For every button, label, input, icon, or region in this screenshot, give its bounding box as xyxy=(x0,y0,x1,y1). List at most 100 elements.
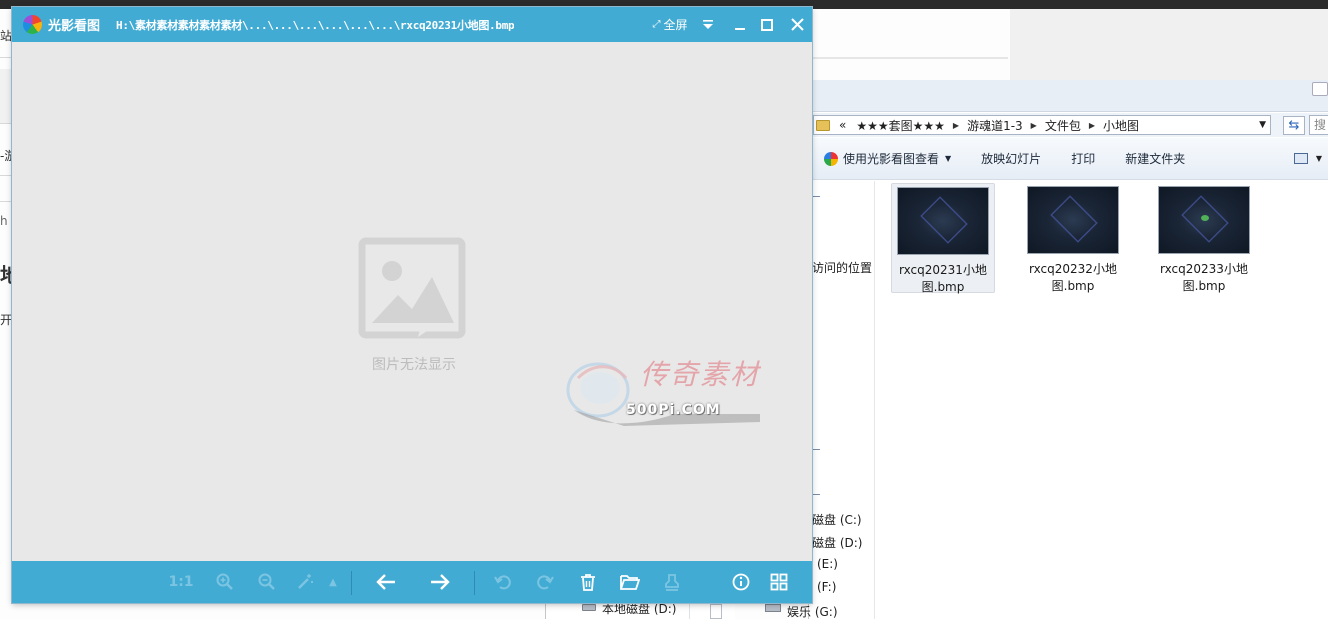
file-path: H:\素材素材素材素材素材\...\...\...\...\...\...\rx… xyxy=(116,18,515,32)
image-info-button[interactable] xyxy=(728,561,754,603)
maximize-icon xyxy=(761,18,773,31)
fullscreen-label: 全屏 xyxy=(663,18,688,32)
enhance-button[interactable] xyxy=(292,561,318,603)
file-name: rxcq20232小地 图.bmp xyxy=(1029,262,1117,293)
zoom-out-icon xyxy=(258,573,275,590)
breadcrumb-item[interactable]: 游魂道1-3 xyxy=(962,117,1028,134)
arrow-left-icon xyxy=(376,574,395,590)
print-image-button[interactable] xyxy=(659,561,685,603)
breadcrumb-arrow-icon[interactable]: ▶ xyxy=(1028,121,1040,130)
nav-item-drive-e[interactable]: (E:) xyxy=(817,557,838,571)
chevron-down-icon: ▼ xyxy=(1315,154,1322,163)
thumbnail-image xyxy=(1027,186,1119,254)
previous-image-button[interactable] xyxy=(372,561,400,603)
rotate-left-icon xyxy=(494,575,511,590)
file-thumbnail[interactable]: rxcq20231小地 图.bmp xyxy=(891,183,995,294)
explorer-window-control[interactable] xyxy=(1312,82,1328,96)
watermark-url: 500Pi.COM xyxy=(626,402,721,418)
viewer-app-icon xyxy=(824,151,838,166)
menu-dropdown-icon xyxy=(703,19,713,29)
magic-wand-icon xyxy=(298,574,313,589)
breadcrumb-item[interactable]: 小地图 xyxy=(1098,117,1144,134)
fullscreen-icon: ⤢ xyxy=(652,19,661,30)
close-button[interactable] xyxy=(787,7,807,42)
fullscreen-button[interactable]: ⤢ 全屏 xyxy=(648,7,692,42)
address-bar[interactable]: « ★★★套图★★★ ▶ 游魂道1-3 ▶ 文件包 ▶ 小地图 ▼ xyxy=(813,115,1271,135)
trash-icon xyxy=(581,574,595,591)
close-icon xyxy=(790,18,804,31)
chevron-down-icon: ▼ xyxy=(945,154,952,163)
file-explorer-window: « ★★★套图★★★ ▶ 游魂道1-3 ▶ 文件包 ▶ 小地图 ▼ ⇆ 搜 使用… xyxy=(808,80,1328,619)
print-button[interactable]: 打印 xyxy=(1056,138,1110,179)
view-mode-icon xyxy=(1293,153,1308,164)
rotate-left-button[interactable] xyxy=(490,561,516,603)
image-placeholder-text: 图片无法显示 xyxy=(372,357,456,373)
thumbnail-grid-button[interactable] xyxy=(766,561,792,603)
breadcrumb-arrow-icon[interactable]: ▶ xyxy=(1086,121,1098,130)
nav-item-drive-c[interactable]: 磁盘 (C:) xyxy=(812,511,862,528)
app-name: 光影看图 xyxy=(48,19,101,34)
nav-item-drive-d[interactable]: 磁盘 (D:) xyxy=(812,534,862,551)
info-icon xyxy=(732,573,750,591)
arrow-right-icon xyxy=(431,574,450,590)
file-name: rxcq20231小地 图.bmp xyxy=(899,263,987,294)
search-input[interactable]: 搜 xyxy=(1309,115,1328,135)
watermark-title: 传奇素材 xyxy=(640,358,761,391)
rotate-right-icon xyxy=(537,575,554,590)
minimize-button[interactable] xyxy=(730,7,750,42)
actual-size-label: 1:1 xyxy=(168,574,194,590)
breadcrumb-overflow[interactable]: « xyxy=(834,118,851,132)
folder-icon xyxy=(816,119,830,131)
delete-button[interactable] xyxy=(575,561,601,603)
actual-size-button[interactable]: 1:1 xyxy=(168,561,194,603)
enhance-dropdown[interactable]: ▲ xyxy=(326,561,340,603)
address-dropdown-icon[interactable]: ▼ xyxy=(1259,120,1270,130)
file-thumbnail[interactable]: rxcq20233小地 图.bmp xyxy=(1152,183,1256,293)
explorer-navigation-pane: 访问的位置 磁盘 (C:) 磁盘 (D:) (E:) (F:) xyxy=(809,181,875,619)
folder-open-icon xyxy=(620,575,640,590)
new-folder-button[interactable]: 新建文件夹 xyxy=(1110,138,1200,179)
zoom-in-icon xyxy=(216,573,233,590)
explorer-titlebar xyxy=(809,80,1328,112)
open-folder-button[interactable] xyxy=(617,561,643,603)
zoom-in-button[interactable] xyxy=(212,561,238,603)
refresh-icon[interactable]: ⇆ xyxy=(1283,116,1305,135)
grid-icon xyxy=(770,573,788,591)
stamp-icon xyxy=(665,574,679,591)
breadcrumb-arrow-icon[interactable]: ▶ xyxy=(950,121,962,130)
nav-item-drive-g[interactable]: 娱乐 (G:) xyxy=(787,603,838,619)
toolbar-separator xyxy=(351,571,352,595)
drive-icon xyxy=(765,604,781,612)
menu-button[interactable] xyxy=(698,7,718,42)
minimize-icon xyxy=(735,27,745,30)
zoom-out-button[interactable] xyxy=(254,561,280,603)
viewer-titlebar[interactable]: 光影看图 H:\素材素材素材素材素材\...\...\...\...\...\.… xyxy=(12,7,812,42)
explorer-toolbar: 使用光影看图查看 ▼ 放映幻灯片 打印 新建文件夹 ▼ xyxy=(809,138,1328,180)
nav-tree-dash xyxy=(812,449,820,450)
open-with-viewer-label: 使用光影看图查看 xyxy=(843,152,940,166)
open-with-viewer-button[interactable]: 使用光影看图查看 ▼ xyxy=(809,138,966,179)
file-name: rxcq20233小地 图.bmp xyxy=(1160,262,1248,293)
broken-image-icon xyxy=(358,237,466,339)
app-logo-icon xyxy=(23,15,42,34)
toolbar-separator xyxy=(474,571,475,595)
nav-item-drive-f[interactable]: (F:) xyxy=(817,580,836,594)
slideshow-button[interactable]: 放映幻灯片 xyxy=(966,138,1056,179)
image-viewer-window: 光影看图 H:\素材素材素材素材素材\...\...\...\...\...\.… xyxy=(12,7,812,603)
explorer-address-row: « ★★★套图★★★ ▶ 游魂道1-3 ▶ 文件包 ▶ 小地图 ▼ ⇆ 搜 xyxy=(809,113,1328,137)
breadcrumb-item[interactable]: 文件包 xyxy=(1040,117,1086,134)
viewer-bottom-toolbar: 1:1 ▲ xyxy=(12,561,812,603)
rotate-right-button[interactable] xyxy=(532,561,558,603)
drive-icon xyxy=(582,604,596,611)
document-icon xyxy=(710,604,722,619)
thumbnail-image xyxy=(1158,186,1250,254)
view-options[interactable]: ▼ xyxy=(1293,153,1328,164)
nav-tree-dash xyxy=(812,494,820,495)
breadcrumb-item[interactable]: ★★★套图★★★ xyxy=(851,117,950,134)
thumbnail-image xyxy=(897,187,989,255)
next-image-button[interactable] xyxy=(426,561,454,603)
maximize-button[interactable] xyxy=(757,7,777,42)
image-canvas[interactable]: 图片无法显示 传奇素材 500Pi.COM xyxy=(12,42,812,561)
nav-item-recent-places[interactable]: 访问的位置 xyxy=(812,259,872,276)
file-thumbnail[interactable]: rxcq20232小地 图.bmp xyxy=(1021,183,1125,293)
